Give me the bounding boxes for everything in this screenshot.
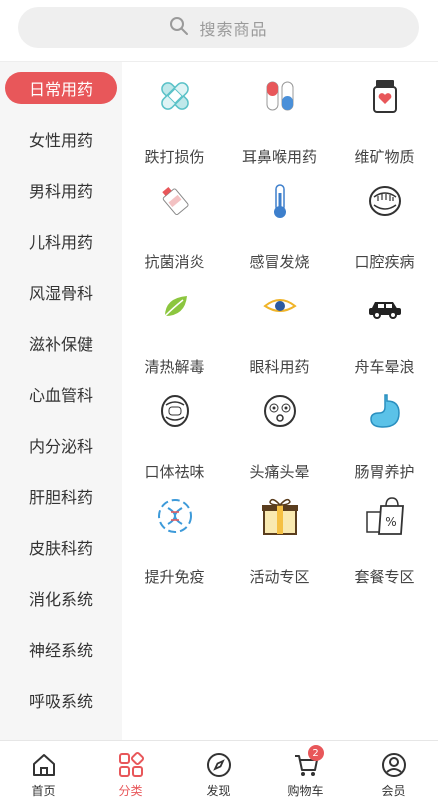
tab-label: 购物车 [287,784,324,798]
shopping-bag-icon: % [363,494,407,538]
home-icon [30,751,58,779]
top-bar: 搜索商品 [0,0,438,62]
category-odor[interactable]: 口体祛味 [122,377,227,482]
category-cold-fever[interactable]: 感冒发烧 [227,167,332,272]
category-bruise[interactable]: 跌打损伤 [122,62,227,167]
dizzy-face-icon [258,389,302,433]
sidebar-item-nervous[interactable]: 神经系统 [0,633,122,665]
tab-label: 会员 [381,784,406,798]
gift-box-icon [258,494,302,538]
eye-icon [258,284,302,328]
category-grid: 跌打损伤 耳鼻喉用药 维矿物质 抗菌消炎 感冒发烧 口腔疾病 清热解毒 眼科用药… [122,62,438,740]
category-promotion[interactable]: 活动专区 [227,482,332,587]
category-label: 抗菌消炎 [144,253,205,271]
category-antibacterial[interactable]: 抗菌消炎 [122,167,227,272]
bandage-icon [153,74,197,118]
category-immunity[interactable]: 提升免疫 [122,482,227,587]
sidebar-item-rheumatism[interactable]: 风湿骨科 [0,276,122,308]
sidebar-item-endocrine[interactable]: 内分泌科 [0,429,122,461]
sidebar-item-children[interactable]: 儿科用药 [0,225,122,257]
mouth-icon [363,179,407,223]
sidebar-item-digestive[interactable]: 消化系统 [0,582,122,614]
category-eye[interactable]: 眼科用药 [227,272,332,377]
vitamin-bottle-icon [363,74,407,118]
thermometer-icon [258,179,302,223]
category-label: 口腔疾病 [354,253,415,271]
category-label: 活动专区 [249,568,310,586]
sidebar-item-liver[interactable]: 肝胆科药 [0,480,122,512]
dna-icon [153,494,197,538]
tab-label: 发现 [206,784,231,798]
category-label: 清热解毒 [144,358,205,376]
tab-discover[interactable]: 发现 [175,741,262,801]
category-label: 跌打损伤 [144,148,205,166]
tab-member[interactable]: 会员 [350,741,437,801]
sidebar-item-women[interactable]: 女性用药 [0,123,122,155]
car-icon [363,284,407,328]
svg-text:%: % [385,515,396,529]
sidebar-item-skin[interactable]: 皮肤科药 [0,531,122,563]
sidebar-item-tonic[interactable]: 滋补保健 [0,327,122,359]
sidebar-item-cardio[interactable]: 心血管科 [0,378,122,410]
user-icon [380,751,408,779]
bottom-tab-bar: 首页 分类 发现 2 购物车 会员 [0,740,438,800]
category-headache[interactable]: 头痛头晕 [227,377,332,482]
cart-badge: 2 [307,745,324,761]
stomach-icon [363,389,407,433]
capsule-icon [258,74,302,118]
category-label: 肠胃养护 [354,463,415,481]
tab-label: 分类 [118,784,143,798]
category-sidebar: 日常用药 女性用药 男科用药 儿科用药 风湿骨科 滋补保健 心血管科 内分泌科 … [0,62,122,740]
category-stomach[interactable]: 肠胃养护 [332,377,437,482]
category-label: 耳鼻喉用药 [241,148,317,166]
compass-icon [205,751,233,779]
category-detox[interactable]: 清热解毒 [122,272,227,377]
category-package[interactable]: % 套餐专区 [332,482,437,587]
category-ent[interactable]: 耳鼻喉用药 [227,62,332,167]
category-label: 感冒发烧 [249,253,310,271]
category-label: 舟车晕浪 [354,358,415,376]
tab-category[interactable]: 分类 [87,741,174,801]
tab-cart[interactable]: 2 购物车 [262,741,349,801]
sidebar-item-daily[interactable]: 日常用药 [5,72,117,104]
category-label: 套餐专区 [354,568,415,586]
search-placeholder: 搜索商品 [199,19,268,39]
leaf-icon [153,284,197,328]
category-label: 眼科用药 [249,358,310,376]
category-icon [117,751,145,779]
category-motion-sickness[interactable]: 舟车晕浪 [332,272,437,377]
category-label: 头痛头晕 [249,463,310,481]
search-icon [169,16,189,40]
category-label: 口体祛味 [144,463,205,481]
sidebar-item-respiratory[interactable]: 呼吸系统 [0,684,122,716]
sidebar-item-men[interactable]: 男科用药 [0,174,122,206]
tab-home[interactable]: 首页 [0,741,87,801]
tab-label: 首页 [31,784,56,798]
cart-icon: 2 [292,745,324,779]
category-label: 提升免疫 [144,568,205,586]
search-input[interactable]: 搜索商品 [18,7,419,48]
ointment-tube-icon [153,179,197,223]
category-oral[interactable]: 口腔疾病 [332,167,437,272]
mouth-teeth-icon [153,389,197,433]
category-label: 维矿物质 [354,148,415,166]
category-vitamins[interactable]: 维矿物质 [332,62,437,167]
